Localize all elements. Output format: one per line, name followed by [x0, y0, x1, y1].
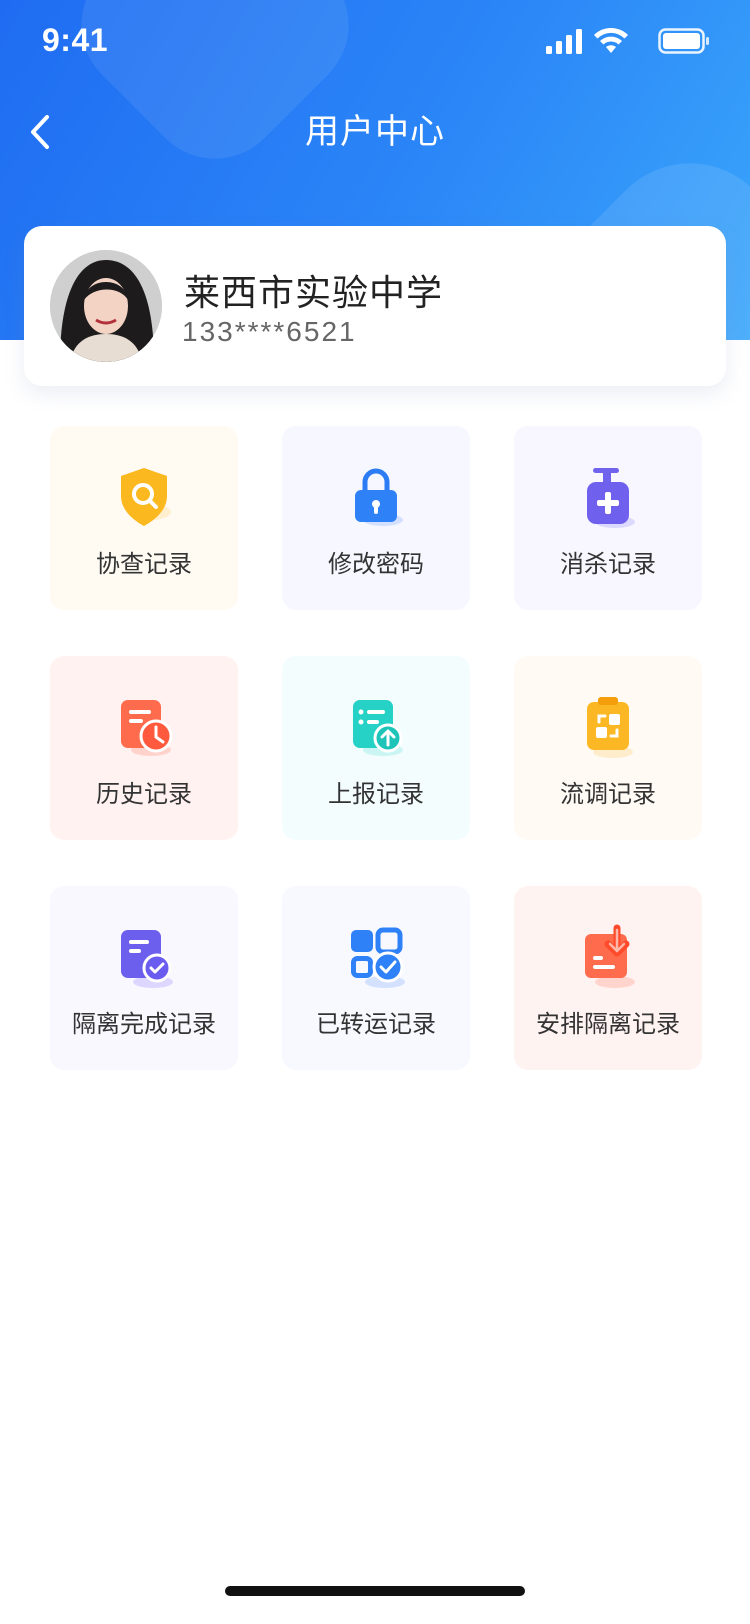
- status-bar: 9:41: [0, 0, 750, 90]
- home-indicator: [225, 1586, 525, 1596]
- menu-item-label: 流调记录: [560, 780, 656, 808]
- battery-icon: [658, 28, 709, 54]
- history-clock-icon: [121, 700, 173, 756]
- menu-item-isolation-complete[interactable]: 隔离完成记录: [50, 886, 238, 1070]
- menu-item-epidemiology[interactable]: 流调记录: [514, 656, 702, 840]
- wifi-icon: [594, 28, 628, 53]
- menu-item-label: 隔离完成记录: [72, 1010, 216, 1038]
- menu-item-label: 上报记录: [328, 780, 424, 808]
- menu-item-transferred[interactable]: 已转运记录: [282, 886, 470, 1070]
- sanitizer-bottle-icon: [587, 468, 635, 528]
- lock-icon: [355, 468, 403, 526]
- menu-item-label: 历史记录: [96, 780, 192, 808]
- page-title: 用户中心: [305, 112, 445, 152]
- menu-item-label: 安排隔离记录: [536, 1010, 680, 1038]
- menu-item-history[interactable]: 历史记录: [50, 656, 238, 840]
- profile-phone: 133****6521: [182, 316, 357, 347]
- menu-item-arrange-isolation[interactable]: 安排隔离记录: [514, 886, 702, 1070]
- clipboard-icon: [587, 697, 633, 758]
- menu-item-label: 修改密码: [328, 550, 424, 578]
- profile-name: 莱西市实验中学: [184, 273, 444, 314]
- report-upload-icon: [353, 700, 403, 756]
- menu-item-report[interactable]: 上报记录: [282, 656, 470, 840]
- document-check-icon: [121, 930, 173, 988]
- menu-item-change-password[interactable]: 修改密码: [282, 426, 470, 610]
- menu-item-label: 消杀记录: [560, 550, 656, 578]
- menu-item-assist-check[interactable]: 协查记录: [50, 426, 238, 610]
- shield-search-icon: [121, 468, 171, 526]
- grid-check-icon: [351, 927, 405, 988]
- document-download-icon: [585, 924, 635, 988]
- profile-card: 莱西市实验中学 133****6521: [24, 226, 726, 386]
- status-time: 9:41: [42, 22, 109, 58]
- menu-item-disinfection[interactable]: 消杀记录: [514, 426, 702, 610]
- avatar[interactable]: [50, 250, 162, 362]
- signal-icon: [546, 29, 582, 54]
- menu-item-label: 已转运记录: [316, 1010, 436, 1038]
- menu-item-label: 协查记录: [96, 550, 192, 578]
